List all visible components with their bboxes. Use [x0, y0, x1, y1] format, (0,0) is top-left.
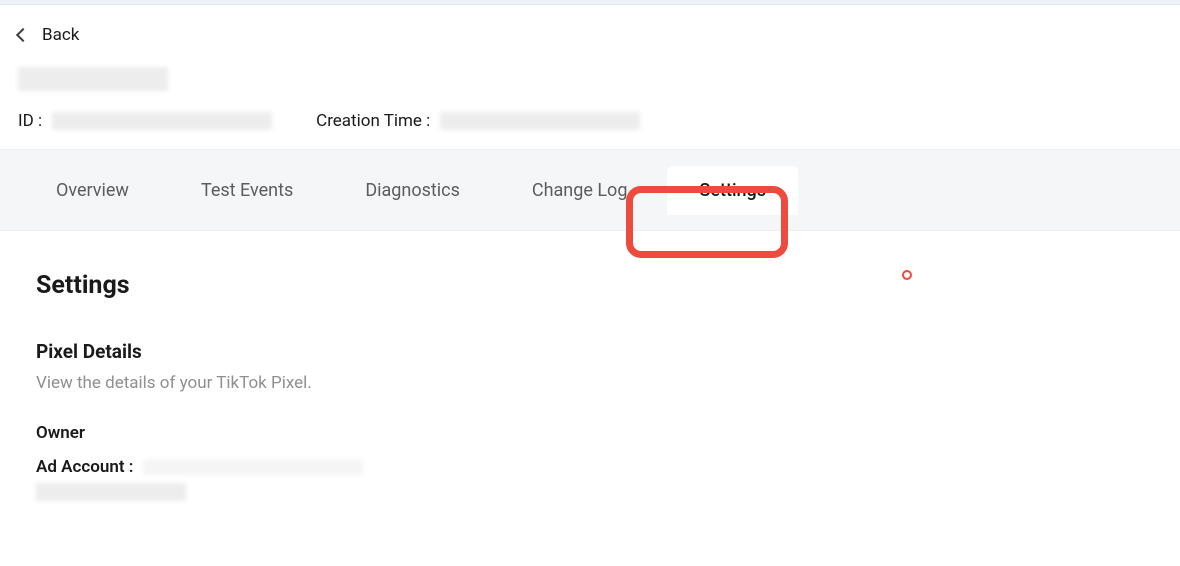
- id-label: ID :: [18, 111, 42, 131]
- page-title: Settings: [36, 271, 1144, 300]
- tab-label: Settings: [699, 180, 766, 201]
- id-group: ID :: [18, 111, 272, 131]
- ad-account-label: Ad Account :: [36, 457, 133, 477]
- tab-overview[interactable]: Overview: [24, 166, 161, 215]
- tab-settings[interactable]: Settings: [667, 166, 798, 215]
- owner-label: Owner: [36, 423, 1144, 443]
- tab-label: Test Events: [201, 180, 293, 201]
- ad-account-inline-redacted: [143, 459, 363, 475]
- creation-label: Creation Time :: [316, 111, 430, 131]
- id-value-redacted: [52, 112, 272, 130]
- meta-row: ID : Creation Time :: [18, 111, 1162, 131]
- tab-bar: Overview Test Events Diagnostics Change …: [0, 149, 1180, 231]
- tab-label: Overview: [56, 180, 129, 201]
- pixel-name-redacted: [18, 67, 168, 91]
- ad-account-value-redacted: [36, 483, 186, 501]
- tab-test-events[interactable]: Test Events: [169, 166, 325, 215]
- tab-change-log[interactable]: Change Log: [500, 166, 660, 215]
- ad-account-row: Ad Account :: [36, 457, 1144, 477]
- section-title: Pixel Details: [36, 340, 1144, 363]
- chevron-left-icon: [16, 28, 30, 42]
- meta-block: ID : Creation Time :: [0, 55, 1180, 149]
- tab-diagnostics[interactable]: Diagnostics: [333, 166, 492, 215]
- tab-label: Change Log: [532, 180, 628, 201]
- creation-group: Creation Time :: [316, 111, 640, 131]
- back-button[interactable]: Back: [0, 5, 1180, 55]
- creation-value-redacted: [440, 112, 640, 130]
- tab-label: Diagnostics: [365, 180, 460, 201]
- section-desc: View the details of your TikTok Pixel.: [36, 373, 1144, 393]
- back-label: Back: [42, 25, 79, 45]
- content-area: Settings Pixel Details View the details …: [0, 231, 1180, 525]
